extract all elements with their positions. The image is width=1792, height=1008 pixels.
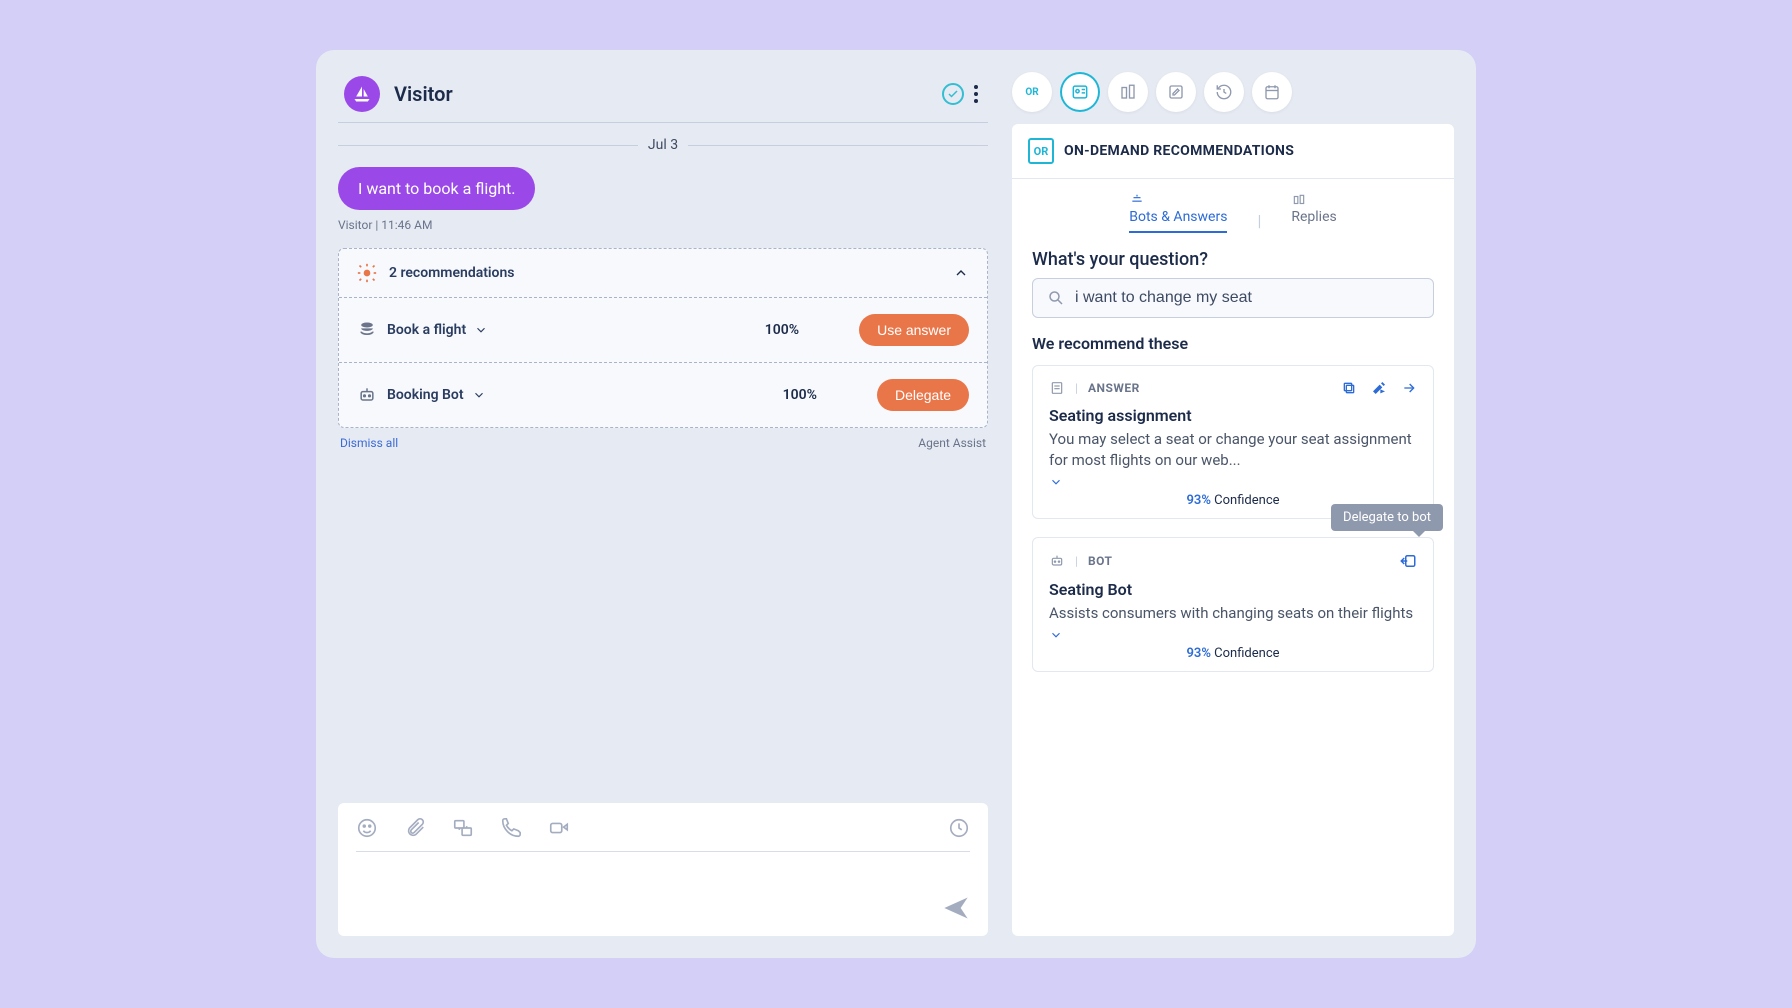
recommendations-count: 2 recommendations [389,265,515,281]
delegate-tooltip: Delegate to bot [1331,504,1443,531]
recommendations-box: 2 recommendations Book a flight 100% Use… [338,248,988,428]
chevron-down-icon[interactable] [474,323,488,337]
card-header: | BOT [1049,552,1417,570]
app-frame: Visitor Jul 3 I want to book a flight. V… [316,50,1476,958]
card-actions [1341,380,1417,396]
search-box[interactable] [1032,278,1434,318]
send-action-icon[interactable] [1401,380,1417,396]
bot-icon [357,385,379,405]
chat-title: Visitor [394,82,453,106]
use-answer-button[interactable]: Use answer [859,314,969,346]
recommendations-panel: OR ON-DEMAND RECOMMENDATIONS Bots & Answ… [1012,124,1454,936]
copy-icon[interactable] [1341,380,1357,396]
composer-toolbar [356,817,970,852]
date-label: Jul 3 [648,137,678,153]
message-row: I want to book a flight. Visitor | 11:46… [338,167,988,232]
bot-icon [1049,553,1065,569]
video-icon[interactable] [548,817,570,839]
card-confidence: 93% Confidence [1049,646,1417,661]
bots-tab-icon [1129,193,1227,207]
card-actions [1399,552,1417,570]
delegate-button[interactable]: Delegate [877,379,969,411]
verified-icon[interactable] [942,83,964,105]
rec-name: Book a flight [387,322,466,338]
widget-building[interactable] [1108,72,1148,112]
document-icon [1049,380,1065,396]
card-type: ANSWER [1088,381,1140,395]
card-answer: | ANSWER Seating assignment You may sele… [1032,365,1434,519]
card-desc: You may select a seat or change your sea… [1049,429,1417,471]
rec-panel-header: OR ON-DEMAND RECOMMENDATIONS [1012,124,1454,179]
visitor-avatar[interactable] [344,76,380,112]
agent-assist-label: Agent Assist [918,436,986,450]
message-meta: Visitor | 11:46 AM [338,218,988,232]
widget-history[interactable] [1204,72,1244,112]
attachment-icon[interactable] [404,817,426,839]
rec-score: 100% [783,387,817,403]
widget-calendar[interactable] [1252,72,1292,112]
card-title: Seating assignment [1049,406,1417,425]
replies-tab-icon [1291,193,1336,207]
rec-row-bot: Booking Bot 100% Delegate [339,363,987,427]
message-composer [338,803,988,936]
rec-name: Booking Bot [387,387,464,403]
rec-score: 100% [765,322,799,338]
question-prompt: What's your question? [1012,239,1454,278]
sun-icon [357,263,377,283]
search-input[interactable] [1075,289,1419,307]
widget-toolbar: OR [1012,72,1454,112]
phone-icon[interactable] [500,817,522,839]
card-title: Seating Bot [1049,580,1417,599]
recommendations-header[interactable]: 2 recommendations [339,249,987,298]
recommendations-footer: Dismiss all Agent Assist [338,428,988,458]
dismiss-all-link[interactable]: Dismiss all [340,436,398,450]
card-desc: Assists consumers with changing seats on… [1049,603,1417,624]
stack-icon [357,320,379,340]
search-icon [1047,289,1065,307]
expand-card-icon[interactable] [1049,628,1417,642]
date-divider: Jul 3 [338,123,988,167]
side-panel: OR OR ON-DEMAND RECOMMENDATIONS [1012,72,1454,936]
send-icon[interactable] [942,894,970,922]
more-menu-button[interactable] [970,81,982,107]
tabs: Bots & Answers | Replies [1012,179,1454,239]
tab-replies[interactable]: Replies [1291,193,1336,233]
chevron-up-icon [953,265,969,281]
widget-or[interactable]: OR [1012,72,1052,112]
rec-panel-title: ON-DEMAND RECOMMENDATIONS [1064,143,1294,159]
emoji-icon[interactable] [356,817,378,839]
chat-panel: Visitor Jul 3 I want to book a flight. V… [338,72,988,936]
composer-input-area[interactable] [356,852,970,922]
expand-card-icon[interactable] [1049,475,1417,489]
transfer-icon[interactable] [452,817,474,839]
rec-row-answer: Book a flight 100% Use answer [339,298,987,363]
recommend-title: We recommend these [1012,334,1454,365]
sailboat-icon [352,84,372,104]
tab-separator: | [1257,193,1261,233]
tab-bots-answers[interactable]: Bots & Answers [1129,193,1227,233]
chat-header-actions [942,81,982,107]
chat-header: Visitor [338,72,988,123]
card-bot: Delegate to bot | BOT Seating Bot Assist… [1032,537,1434,672]
or-badge-icon: OR [1028,138,1054,164]
widget-edit[interactable] [1156,72,1196,112]
visitor-message: I want to book a flight. [338,167,535,210]
edit-send-icon[interactable] [1371,380,1387,396]
card-header: | ANSWER [1049,380,1417,396]
clock-icon[interactable] [948,817,970,839]
delegate-bot-icon[interactable] [1399,552,1417,570]
card-type: BOT [1088,554,1112,568]
chevron-down-icon[interactable] [472,388,486,402]
widget-profile[interactable] [1060,72,1100,112]
